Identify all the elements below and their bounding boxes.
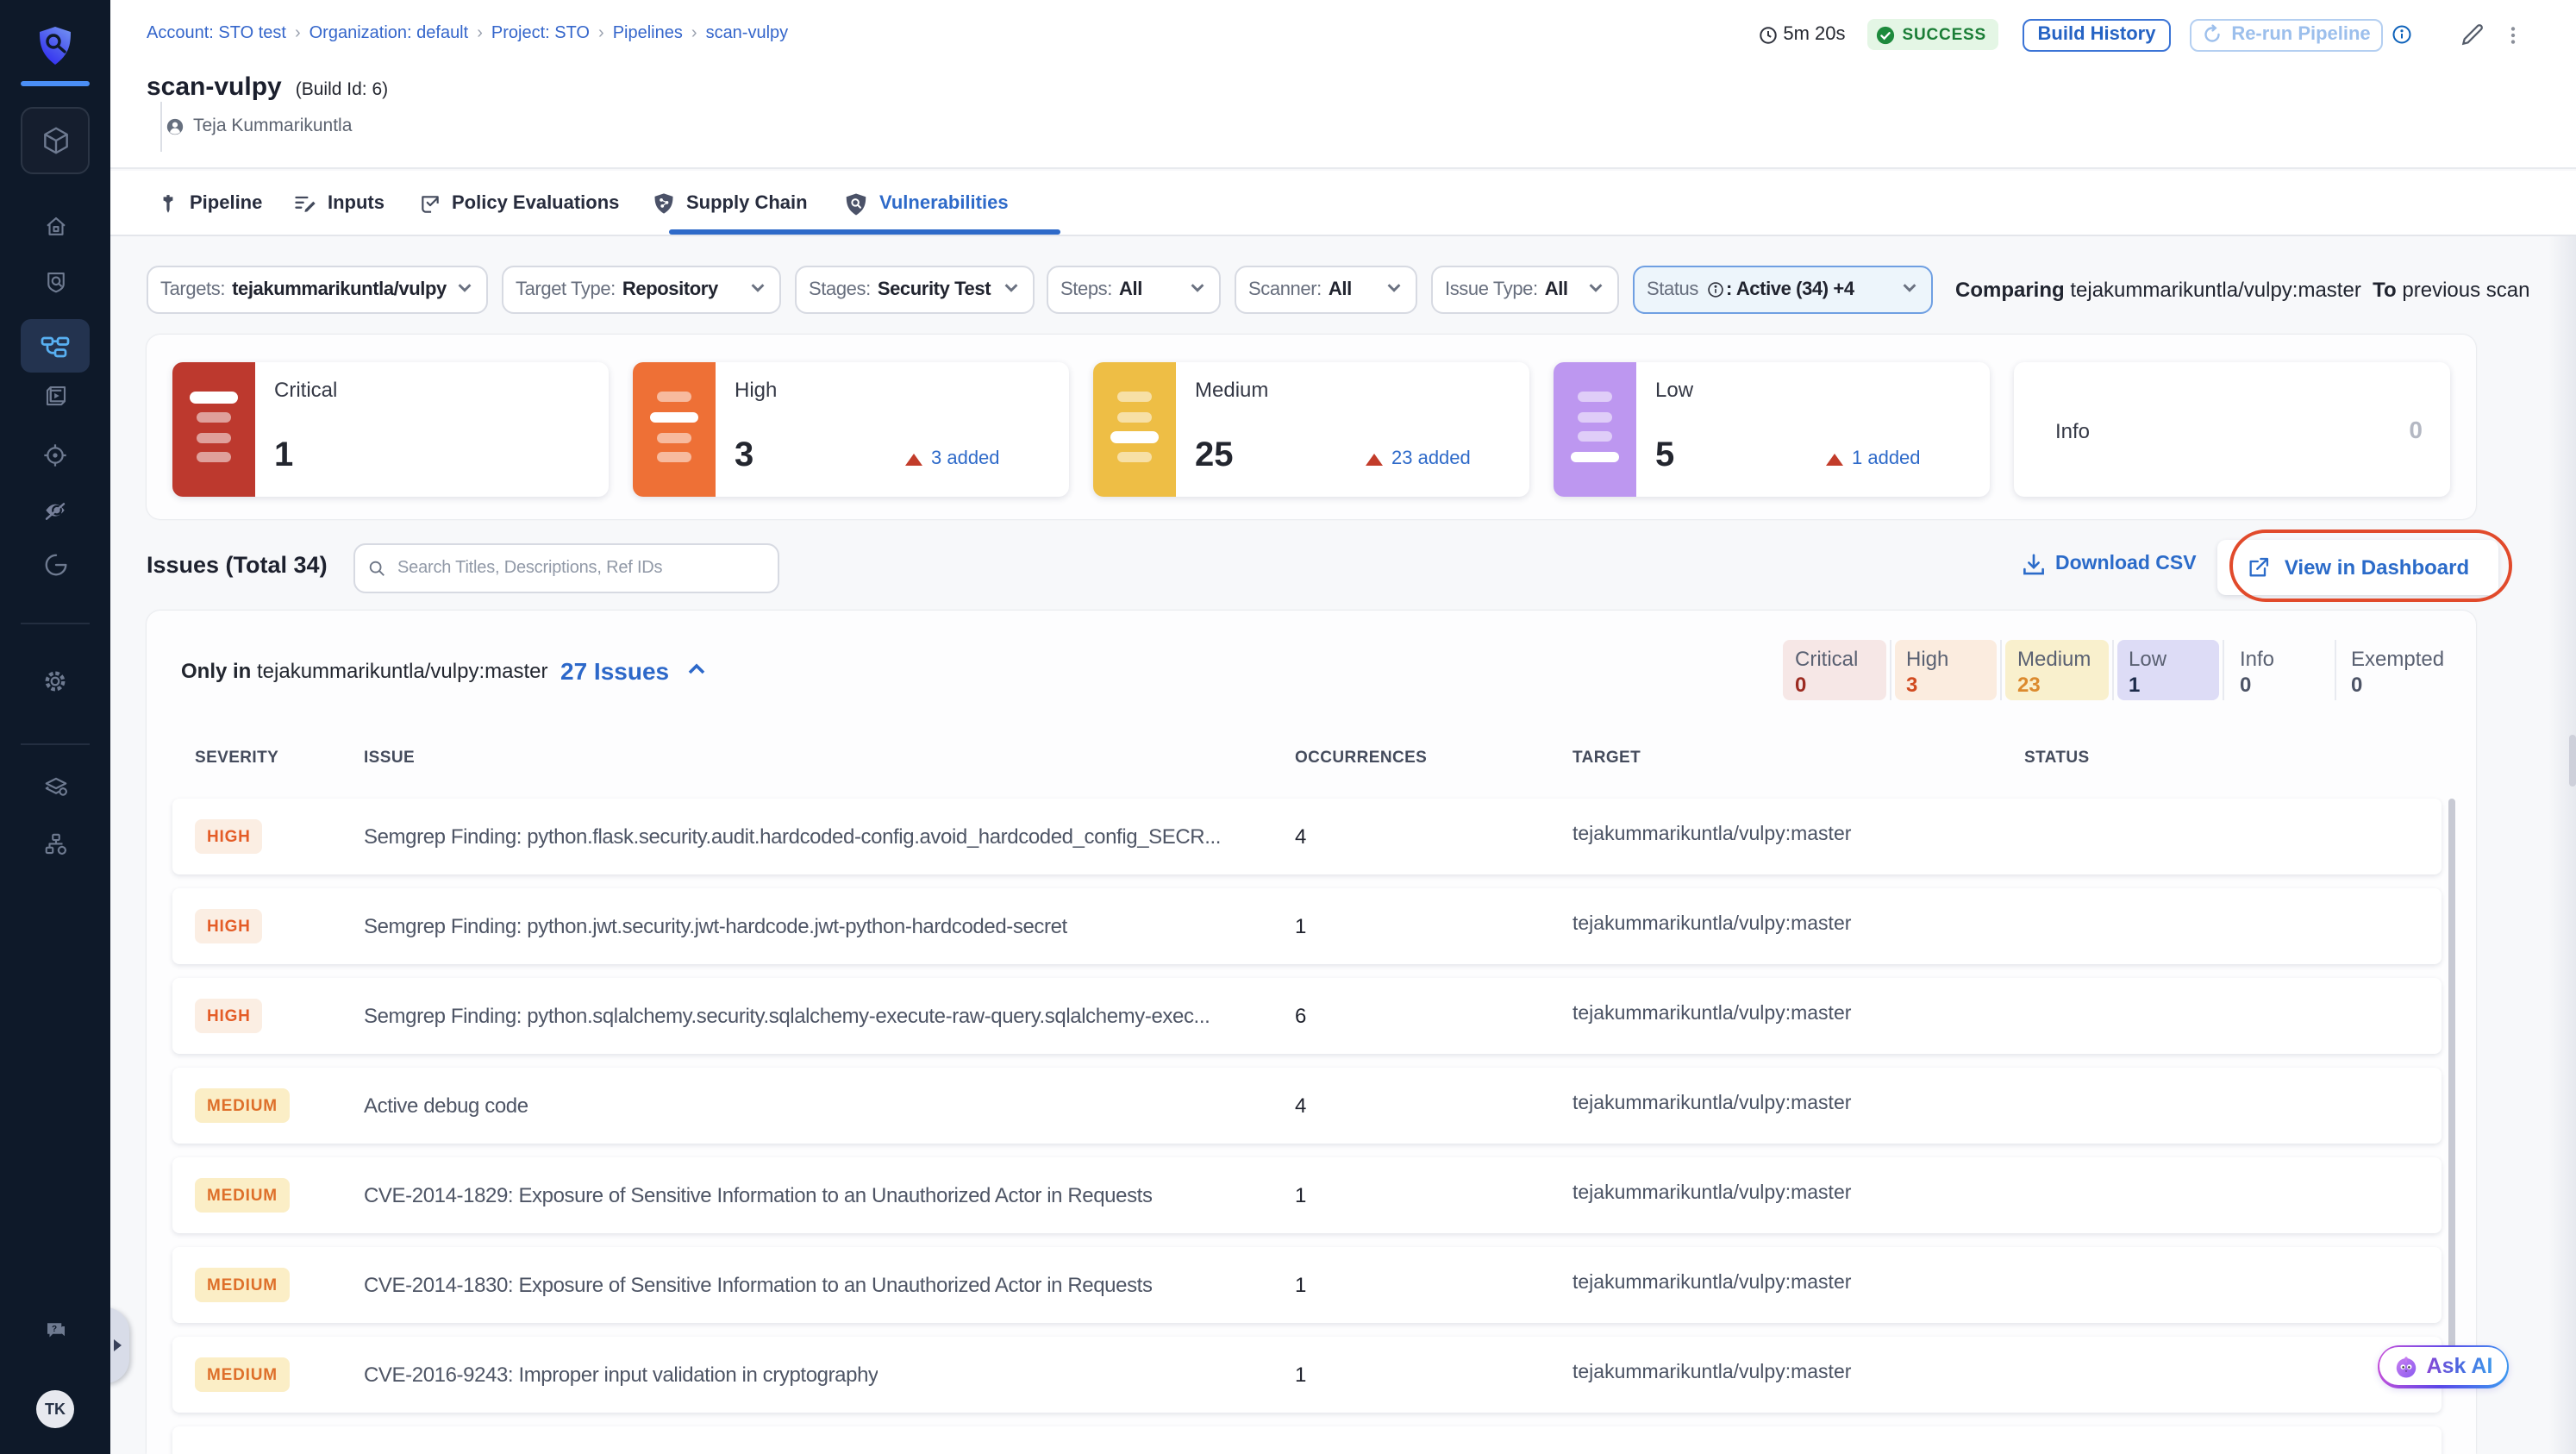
svg-text:?: ? <box>51 1325 56 1334</box>
